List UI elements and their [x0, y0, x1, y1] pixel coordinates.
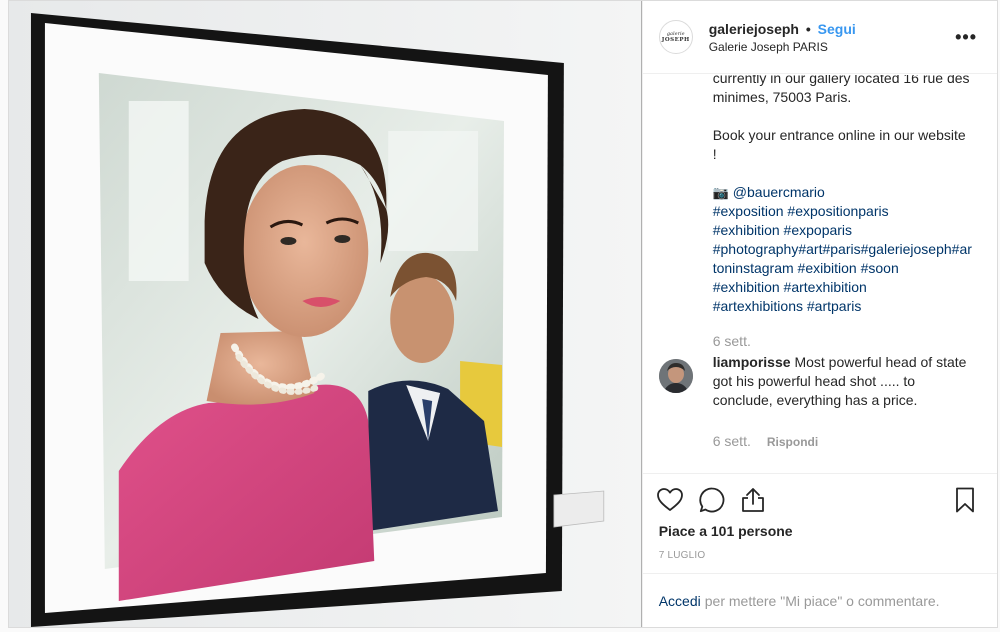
caption-timestamp[interactable]: 6 sett.: [713, 333, 751, 349]
commenter-photo: [658, 359, 693, 393]
separator-dot: •: [805, 20, 811, 37]
caption-text: currently in our gallery located 16 rue …: [713, 75, 973, 316]
follow-button[interactable]: Segui: [818, 21, 856, 37]
post-sidebar: galerie JOSEPH galeriejoseph • Segui Gal…: [641, 1, 997, 627]
header-line: galeriejoseph • Segui: [709, 20, 951, 38]
comment-body: liamporisse Most powerful head of state …: [713, 353, 969, 410]
commenter-username[interactable]: liamporisse: [713, 354, 791, 370]
post-window: galerie JOSEPH galeriejoseph • Segui Gal…: [8, 0, 998, 628]
share-icon[interactable]: [741, 484, 783, 516]
action-buttons-row: [656, 484, 981, 516]
hashtags-line-5[interactable]: #artexhibitions #artparis: [713, 298, 862, 314]
logo-text-line2: JOSEPH: [661, 36, 690, 43]
comment-meta: 6 sett. Rispondi: [713, 433, 818, 449]
reply-button[interactable]: Rispondi: [767, 435, 818, 449]
post-photo[interactable]: [9, 1, 642, 627]
like-heart-icon[interactable]: [656, 484, 699, 516]
framed-portrait-image: [9, 1, 642, 627]
account-username[interactable]: galeriejoseph: [709, 21, 799, 37]
mention-link[interactable]: @bauercmario: [733, 184, 825, 200]
header-text: galeriejoseph • Segui Galerie Joseph PAR…: [709, 20, 951, 55]
likes-count[interactable]: Piace a 101 persone: [659, 523, 793, 539]
login-prompt-text: per mettere "Mi piace" o commentare.: [704, 592, 940, 609]
login-link[interactable]: Accedi: [659, 593, 701, 609]
camera-icon: 📷: [712, 185, 729, 200]
commenter-avatar[interactable]: [658, 359, 693, 393]
hashtags-line-2[interactable]: #exhibition #expoparis: [713, 222, 852, 238]
comments-scroll-area[interactable]: currently in our gallery located 16 rue …: [643, 75, 997, 473]
post-location[interactable]: Galerie Joseph PARIS: [709, 39, 951, 55]
hashtags-line-4[interactable]: #exhibition #artexhibition: [713, 279, 867, 295]
account-avatar[interactable]: galerie JOSEPH: [658, 20, 693, 54]
hashtags-line-3[interactable]: #photography#art#paris#galeriejoseph#art…: [713, 241, 972, 276]
bookmark-icon[interactable]: [955, 484, 979, 516]
login-prompt-bar: Accedi per mettere "Mi piace" o commenta…: [642, 573, 997, 627]
caption-line-2: Book your entrance online in our website…: [712, 127, 966, 162]
post-actions: Piace a 101 persone 7 LUGLIO: [642, 473, 997, 573]
comment-timestamp[interactable]: 6 sett.: [713, 433, 751, 449]
caption-line-1: currently in our gallery located 16 rue …: [712, 75, 970, 105]
post-date[interactable]: 7 LUGLIO: [659, 550, 706, 561]
comment-bubble-icon[interactable]: [699, 484, 741, 516]
more-options-icon[interactable]: •••: [951, 28, 981, 46]
post-header: galerie JOSEPH galeriejoseph • Segui Gal…: [642, 1, 997, 74]
hashtags-line-1[interactable]: #exposition #expositionparis: [713, 203, 889, 219]
